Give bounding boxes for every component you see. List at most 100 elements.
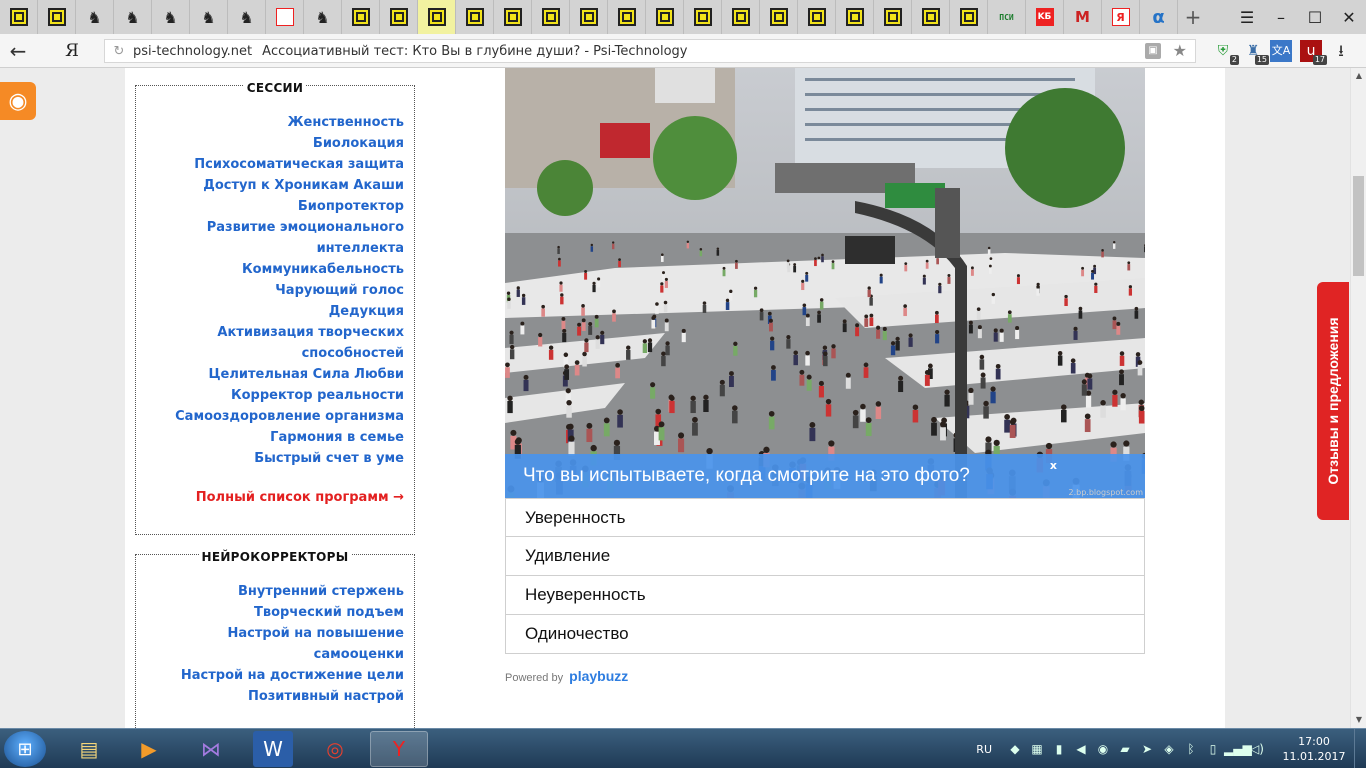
signal-icon[interactable]: ▂▄▆	[1224, 742, 1252, 756]
browser-tab[interactable]	[684, 0, 722, 34]
clock[interactable]: 17:00 11.01.2017	[1274, 734, 1354, 764]
browser-tab[interactable]: ♞	[228, 0, 266, 34]
back-icon[interactable]: ←	[0, 39, 36, 63]
translate-icon[interactable]: 文A	[1270, 40, 1292, 62]
media-player-icon[interactable]: ▶	[120, 731, 178, 767]
vk-icon[interactable]: ♜ 15	[1242, 40, 1269, 65]
browser-tab[interactable]	[494, 0, 532, 34]
close-icon[interactable]: ✕	[1332, 8, 1366, 27]
battery-icon[interactable]: ▯	[1202, 742, 1224, 756]
scroll-up-icon[interactable]: ▲	[1351, 68, 1366, 84]
tray-network2-icon[interactable]: ◈	[1158, 742, 1180, 756]
sidebar-link[interactable]: Позитивный настрой	[146, 686, 404, 707]
sidebar-link[interactable]: Коммуникабельность	[146, 259, 404, 280]
browser-tab[interactable]: ♞	[152, 0, 190, 34]
browser-tab[interactable]	[646, 0, 684, 34]
sidebar-link[interactable]: Биолокация	[146, 133, 404, 154]
browser-tab[interactable]: ♞	[190, 0, 228, 34]
tray-arrow-icon[interactable]: ➤	[1136, 742, 1158, 756]
yandex-logo[interactable]: Я	[58, 41, 86, 61]
sidebar-link[interactable]: Биопротектор	[146, 196, 404, 217]
show-desktop-button[interactable]	[1354, 729, 1366, 768]
sidebar-link[interactable]: Женственность	[146, 112, 404, 133]
sidebar-link[interactable]: Гармония в семье	[146, 427, 404, 448]
tray-network-icon[interactable]: ▦	[1026, 742, 1048, 756]
browser-tab[interactable]	[0, 0, 38, 34]
browser-tab[interactable]	[912, 0, 950, 34]
browser-tab[interactable]	[38, 0, 76, 34]
sidebar-link[interactable]: Активизация творческих способностей	[146, 322, 404, 364]
visual-studio-icon[interactable]: ⋈	[182, 731, 240, 767]
reload-icon[interactable]: ↻	[105, 44, 133, 59]
sidebar-link[interactable]: Чарующий голос	[146, 280, 404, 301]
download-icon[interactable]: ⭳	[1330, 40, 1352, 62]
yandex-browser-icon[interactable]: Y	[370, 731, 428, 767]
browser-tab[interactable]	[532, 0, 570, 34]
browser-tab[interactable]	[722, 0, 760, 34]
answer-option[interactable]: Неуверенность	[505, 576, 1145, 615]
maximize-icon[interactable]: ☐	[1298, 8, 1332, 27]
browser-tab[interactable]	[760, 0, 798, 34]
sidebar-link[interactable]: Дедукция	[146, 301, 404, 322]
browser-tab[interactable]: α	[1140, 0, 1178, 34]
speaker-icon[interactable]: ◀	[1070, 742, 1092, 756]
tray-circle-icon[interactable]: ◉	[1092, 742, 1114, 756]
browser-tab[interactable]	[266, 0, 304, 34]
sidebar-link[interactable]: Настрой на достижение цели	[146, 665, 404, 686]
browser-tab[interactable]	[380, 0, 418, 34]
browser-tab[interactable]	[342, 0, 380, 34]
sidebar-link[interactable]: Психосоматическая защита	[146, 154, 404, 175]
sidebar-link[interactable]: Настрой на повышение самооценки	[146, 623, 404, 665]
full-list-link[interactable]: Полный список программ →	[136, 490, 414, 505]
browser-tab[interactable]	[570, 0, 608, 34]
page-scrollbar[interactable]: ▲ ▼	[1350, 68, 1366, 728]
browser-tab[interactable]: ♞	[76, 0, 114, 34]
url-field[interactable]: ↻ psi-technology.net Ассоциативный тест:…	[104, 39, 1196, 63]
browser-tab[interactable]	[798, 0, 836, 34]
answer-option[interactable]: Уверенность	[505, 498, 1145, 537]
answer-option[interactable]: Удивление	[505, 537, 1145, 576]
sidebar-link[interactable]: Целительная Сила Любви	[146, 364, 404, 385]
scroll-down-icon[interactable]: ▼	[1351, 712, 1366, 728]
new-tab-button[interactable]: +	[1178, 5, 1208, 29]
browser-tab[interactable]	[874, 0, 912, 34]
word-icon[interactable]: W	[253, 731, 293, 767]
menu-icon[interactable]: ☰	[1230, 8, 1264, 27]
sidebar-link[interactable]: Доступ к Хроникам Акаши	[146, 175, 404, 196]
browser-tab[interactable]: ПСИ	[988, 0, 1026, 34]
browser-tab[interactable]: ♞	[304, 0, 342, 34]
minimize-icon[interactable]: –	[1264, 8, 1298, 27]
sidebar-link[interactable]: Корректор реальности	[146, 385, 404, 406]
browser-tab[interactable]: KБ	[1026, 0, 1064, 34]
language-indicator[interactable]: RU	[976, 743, 992, 756]
sidebar-link[interactable]: Развитие эмоционального интеллекта	[146, 217, 404, 259]
browser-tab[interactable]	[608, 0, 646, 34]
playbuzz-logo[interactable]: playbuzz	[569, 668, 628, 684]
feedback-tab[interactable]: Отзывы и предложения	[1317, 282, 1349, 520]
browser-tab[interactable]	[836, 0, 874, 34]
browser-tab[interactable]	[950, 0, 988, 34]
nvidia-icon[interactable]: ▰	[1114, 742, 1136, 756]
browser-tab[interactable]	[456, 0, 494, 34]
bluetooth-icon[interactable]: ᛒ	[1180, 742, 1202, 756]
rss-icon[interactable]: ◉	[0, 82, 36, 120]
tray-app-icon[interactable]: ◆	[1004, 742, 1026, 756]
sidebar-link[interactable]: Внутренний стержень	[146, 581, 404, 602]
chrome-icon[interactable]: ◎	[306, 731, 364, 767]
browser-tab[interactable]: Я	[1102, 0, 1140, 34]
bookmark-star-icon[interactable]: ★	[1173, 41, 1187, 60]
browser-tab[interactable]: M	[1064, 0, 1102, 34]
lock-icon[interactable]: ▣	[1145, 43, 1161, 59]
ublock-icon[interactable]: u 17	[1300, 40, 1327, 65]
explorer-icon[interactable]: ▤	[60, 731, 118, 767]
shield-icon[interactable]: ⛨ 2	[1212, 40, 1239, 65]
start-button[interactable]: ⊞	[4, 731, 46, 767]
close-question-icon[interactable]: x	[1050, 459, 1057, 472]
sidebar-link[interactable]: Творческий подъем	[146, 602, 404, 623]
sidebar-link[interactable]: Самооздоровление организма	[146, 406, 404, 427]
scroll-thumb[interactable]	[1353, 176, 1364, 276]
volume-icon[interactable]: ◁)	[1246, 742, 1268, 756]
tray-usb-icon[interactable]: ▮	[1048, 742, 1070, 756]
answer-option[interactable]: Одиночество	[505, 615, 1145, 654]
sidebar-link[interactable]: Быстрый счет в уме	[146, 448, 404, 469]
